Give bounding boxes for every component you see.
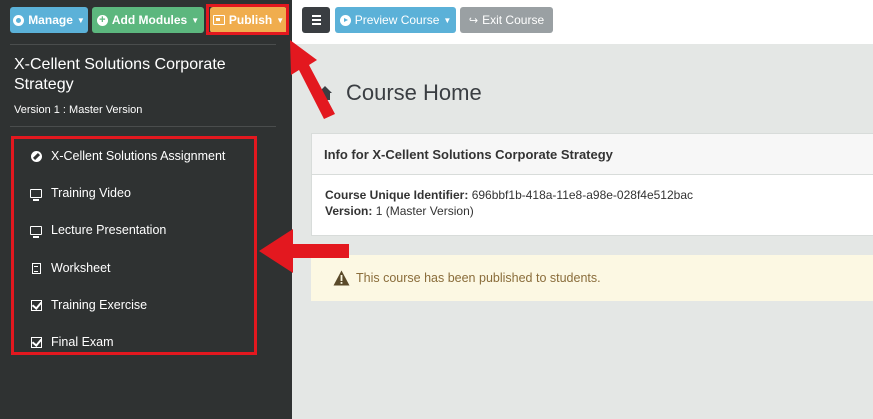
arrow-to-publish (290, 40, 335, 119)
sidebar-item-label: Worksheet (51, 261, 111, 275)
exit-label: Exit Course (482, 13, 545, 27)
identifier-label: Course Unique Identifier: (325, 188, 469, 202)
published-alert: This course has been published to studen… (311, 255, 873, 301)
alert-text: This course has been published to studen… (356, 271, 601, 285)
course-version: Version 1 : Master Version (14, 104, 143, 116)
identifier-row: Course Unique Identifier: 696bbf1b-418a-… (325, 187, 873, 203)
page-title: Course Home (346, 80, 482, 105)
version-value: 1 (Master Version) (375, 204, 474, 218)
gear-icon (13, 14, 25, 26)
monitor-icon (30, 188, 42, 201)
monitor-icon (30, 225, 42, 238)
caret-down-icon: ▼ (191, 15, 200, 25)
compass-icon (30, 150, 42, 162)
modules-highlight-box (11, 136, 257, 355)
play-icon (339, 14, 351, 26)
exit-course-button[interactable]: ↪ Exit Course (460, 7, 553, 33)
menu-toggle-button[interactable] (302, 7, 330, 33)
caret-down-icon: ▼ (443, 15, 452, 25)
document-icon (31, 262, 41, 274)
preview-course-button[interactable]: Preview Course ▼ (335, 7, 456, 33)
checkbox-icon (30, 299, 42, 311)
sidebar-item-training-exercise[interactable]: Training Exercise (30, 296, 147, 314)
course-info-panel: Info for X-Cellent Solutions Corporate S… (311, 133, 873, 236)
sidebar-item-label: X-Cellent Solutions Assignment (51, 149, 226, 163)
manage-button[interactable]: Manage ▼ (10, 7, 88, 33)
plus-circle-icon: + (96, 14, 108, 26)
checkbox-icon (30, 336, 42, 348)
manage-label: Manage (28, 13, 73, 27)
version-row: Version: 1 (Master Version) (325, 203, 873, 219)
sidebar-item-label: Lecture Presentation (51, 223, 167, 237)
sidebar-item-final-exam[interactable]: Final Exam (30, 333, 114, 351)
caret-down-icon: ▼ (76, 15, 85, 25)
sidebar-item-assignment[interactable]: X-Cellent Solutions Assignment (30, 147, 225, 165)
sidebar-divider (10, 44, 276, 45)
sidebar-item-label: Training Exercise (51, 298, 148, 312)
course-title: X-Cellent Solutions Corporate Strategy (14, 56, 226, 93)
sidebar-divider (10, 126, 276, 127)
sidebar-item-label: Final Exam (51, 335, 114, 349)
sidebar-item-worksheet[interactable]: Worksheet (30, 259, 111, 277)
identifier-value: 696bbf1b-418a-11e8-a98e-028f4e512bac (471, 188, 693, 202)
publish-highlight-box (206, 4, 289, 35)
sign-out-icon: ↪ (468, 14, 479, 27)
sidebar-item-lecture-presentation[interactable]: Lecture Presentation (30, 221, 166, 239)
sidebar-item-training-video[interactable]: Training Video (30, 184, 131, 202)
sidebar-item-label: Training Video (51, 186, 131, 200)
preview-label: Preview Course (354, 13, 440, 27)
version-label: Version: (325, 204, 373, 218)
info-heading: Info for X-Cellent Solutions Corporate S… (312, 134, 873, 175)
home-icon (318, 86, 332, 100)
info-body: Course Unique Identifier: 696bbf1b-418a-… (312, 175, 873, 219)
add-modules-label: Add Modules (111, 13, 188, 27)
add-modules-button[interactable]: + Add Modules ▼ (92, 7, 204, 33)
warning-icon (333, 270, 350, 286)
